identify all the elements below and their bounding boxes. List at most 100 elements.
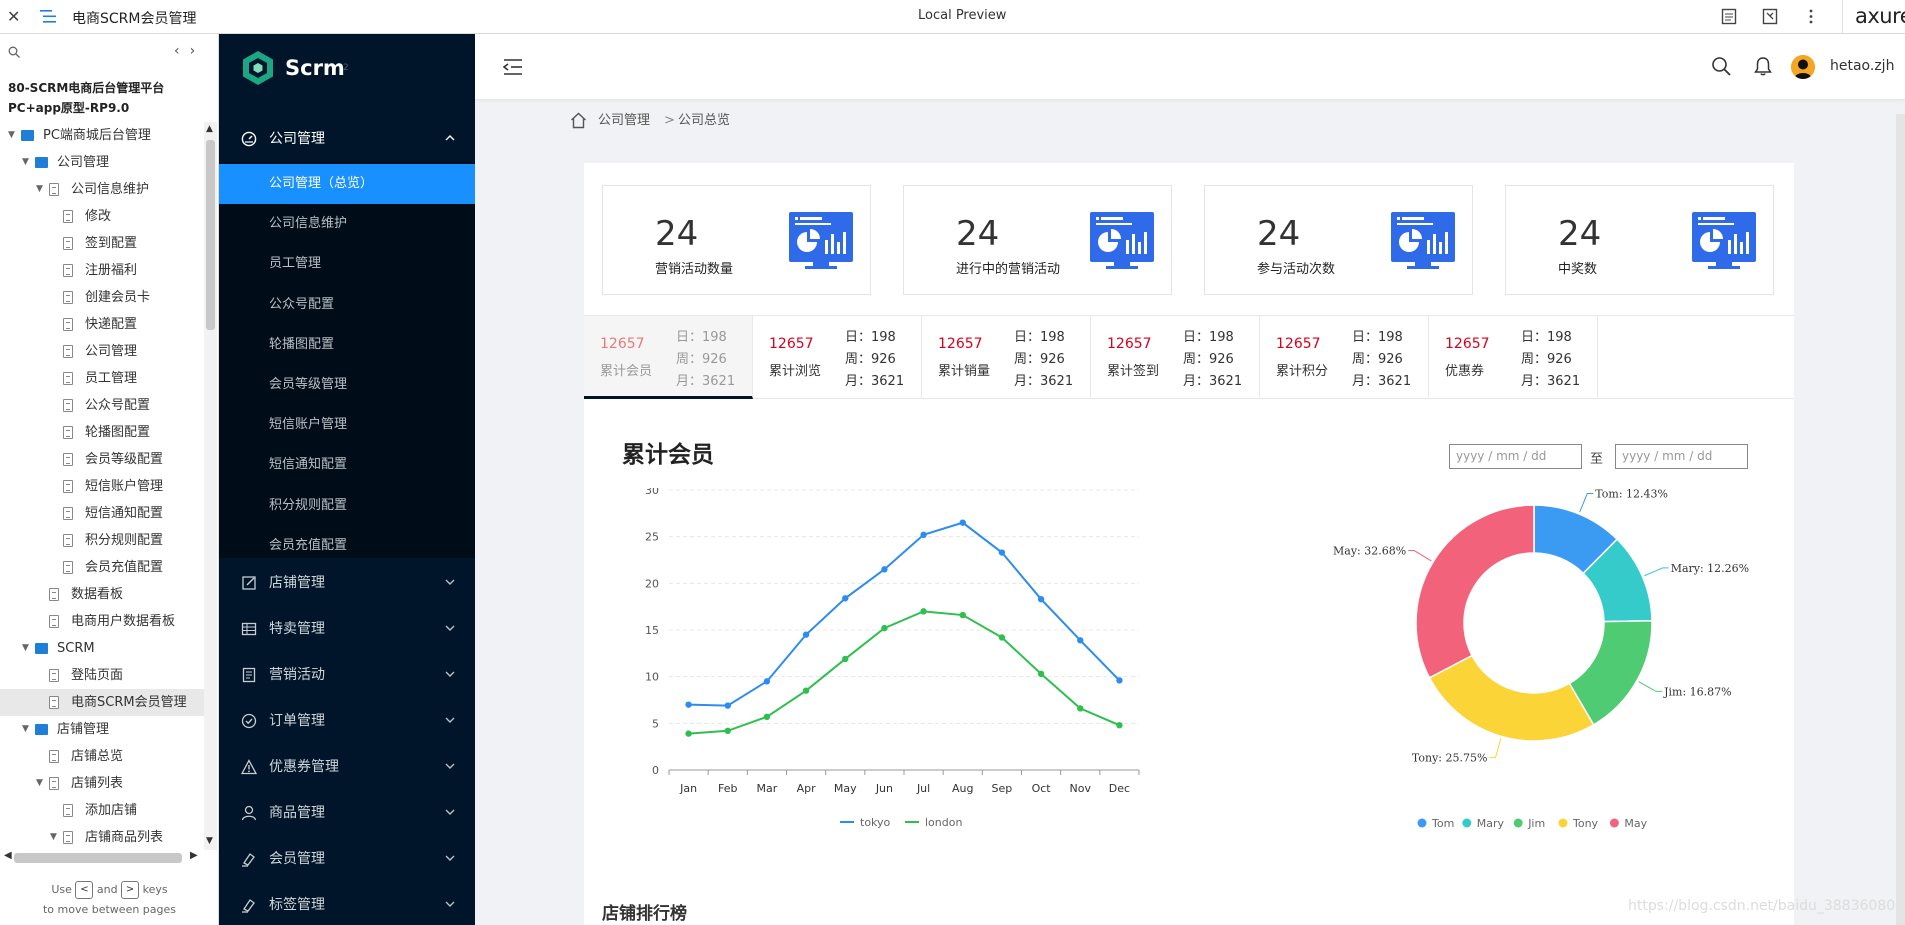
inspect-icon[interactable] <box>1762 8 1778 25</box>
tree-item[interactable]: 会员充值配置 <box>0 554 204 581</box>
data-point[interactable] <box>1037 596 1045 603</box>
tree-item[interactable]: 员工管理 <box>0 365 204 392</box>
metric-tab[interactable]: 12657 累计销量 日：198 周：926 月：3621 <box>922 316 1091 399</box>
tree-item[interactable]: ▼ 店铺商品列表 <box>0 824 204 851</box>
search-icon[interactable] <box>1711 56 1731 76</box>
data-point[interactable] <box>763 713 771 720</box>
vertical-scrollbar[interactable]: ▲ ▼ <box>204 122 217 850</box>
menu-fold-icon[interactable] <box>503 58 523 76</box>
submenu-item[interactable]: 短信账户管理 <box>219 405 475 445</box>
data-point[interactable] <box>998 634 1006 641</box>
submenu-item[interactable]: 积分规则配置 <box>219 486 475 526</box>
scrollbar-thumb[interactable] <box>14 853 182 863</box>
menu-group[interactable]: 营销活动 <box>219 652 475 698</box>
data-point[interactable] <box>1037 670 1045 678</box>
scroll-right-icon[interactable]: ▶ <box>190 850 198 861</box>
data-point[interactable] <box>802 687 810 694</box>
page-nav-arrows[interactable]: ‹› <box>174 43 205 59</box>
tree-item[interactable]: 店铺总览 <box>0 743 204 770</box>
tree-item[interactable]: 添加店铺 <box>0 797 204 824</box>
expand-triangle-icon[interactable]: ▼ <box>36 176 43 203</box>
scroll-down-icon[interactable]: ▼ <box>206 836 213 846</box>
legend-label[interactable]: Mary <box>1477 817 1505 830</box>
data-point[interactable] <box>1116 722 1123 729</box>
end-date-input[interactable]: yyyy / mm / dd <box>1615 444 1748 469</box>
legend-label[interactable]: Tom <box>1431 817 1454 830</box>
menu-company-management[interactable]: 公司管理 <box>219 116 475 162</box>
username[interactable]: hetao.zjh <box>1830 58 1894 74</box>
breadcrumb-item[interactable]: 公司管理 <box>598 111 650 131</box>
menu-group[interactable]: 店铺管理 <box>219 560 475 606</box>
expand-triangle-icon[interactable]: ▼ <box>22 149 29 176</box>
scroll-left-icon[interactable]: ◀ <box>4 850 12 861</box>
data-point[interactable] <box>920 531 927 538</box>
data-point[interactable] <box>881 566 888 573</box>
tree-item[interactable]: ▼ 公司管理 <box>0 149 204 176</box>
tree-item[interactable]: 登陆页面 <box>0 662 204 689</box>
tree-item[interactable]: 签到配置 <box>0 230 204 257</box>
data-point[interactable] <box>1077 637 1084 644</box>
data-point[interactable] <box>724 727 731 734</box>
legend-label[interactable]: Jim <box>1527 817 1545 830</box>
home-icon[interactable] <box>570 112 587 129</box>
menu-group[interactable]: 订单管理 <box>219 698 475 744</box>
data-point[interactable] <box>1116 677 1123 684</box>
menu-group[interactable]: 会员管理 <box>219 836 475 882</box>
data-point[interactable] <box>959 611 966 619</box>
tree-item[interactable]: 注册福利 <box>0 257 204 284</box>
data-point[interactable] <box>842 655 849 663</box>
data-point[interactable] <box>763 678 771 685</box>
notes-icon[interactable] <box>1721 8 1737 25</box>
bell-icon[interactable] <box>1754 56 1772 76</box>
submenu-item[interactable]: 轮播图配置 <box>219 325 475 365</box>
scrollbar-thumb[interactable] <box>206 140 215 330</box>
submenu-item[interactable]: 公司管理（总览） <box>219 164 475 204</box>
expand-triangle-icon[interactable]: ▼ <box>22 635 29 662</box>
data-point[interactable] <box>959 519 966 526</box>
donut-slice-tony[interactable] <box>1428 654 1595 742</box>
data-point[interactable] <box>881 624 888 632</box>
submenu-item[interactable]: 员工管理 <box>219 244 475 284</box>
legend-label[interactable]: tokyo <box>860 816 891 829</box>
metric-tab[interactable]: 12657 累计浏览 日：198 周：926 月：3621 <box>753 316 922 399</box>
menu-group[interactable]: 特卖管理 <box>219 606 475 652</box>
tree-item[interactable]: 积分规则配置 <box>0 527 204 554</box>
tree-item[interactable]: 公司管理 <box>0 338 204 365</box>
data-point[interactable] <box>1077 705 1084 712</box>
tree-item[interactable]: ▼ 店铺列表 <box>0 770 204 797</box>
donut-slice-may[interactable] <box>1415 504 1535 679</box>
submenu-item[interactable]: 公司信息维护 <box>219 204 475 244</box>
tree-item[interactable]: 短信账户管理 <box>0 473 204 500</box>
legend-label[interactable]: Tony <box>1572 817 1599 830</box>
data-point[interactable] <box>724 702 731 709</box>
metric-tab[interactable]: 12657 累计积分 日：198 周：926 月：3621 <box>1260 316 1429 399</box>
metric-tab[interactable]: 12657 优惠券 日：198 周：926 月：3621 <box>1429 316 1598 399</box>
tree-item[interactable]: ▼ 店铺管理 <box>0 716 204 743</box>
start-date-input[interactable]: yyyy / mm / dd <box>1449 444 1582 469</box>
avatar[interactable] <box>1791 55 1815 79</box>
submenu-item[interactable]: 短信通知配置 <box>219 445 475 485</box>
menu-group[interactable]: 标签管理 <box>219 882 475 925</box>
page-scrollbar[interactable] <box>1896 114 1905 925</box>
submenu-item[interactable]: 会员等级管理 <box>219 365 475 405</box>
submenu-item[interactable]: 公众号配置 <box>219 285 475 325</box>
data-point[interactable] <box>685 730 692 737</box>
expand-triangle-icon[interactable]: ▼ <box>8 122 15 149</box>
tree-item[interactable]: 修改 <box>0 203 204 230</box>
tree-item[interactable]: 电商用户数据看板 <box>0 608 204 635</box>
expand-triangle-icon[interactable]: ▼ <box>22 716 29 743</box>
expand-triangle-icon[interactable]: ▼ <box>50 824 57 851</box>
metric-tab[interactable]: 12657 累计签到 日：198 周：926 月：3621 <box>1091 316 1260 399</box>
menu-group[interactable]: 优惠券管理 <box>219 744 475 790</box>
menu-group[interactable]: 商品管理 <box>219 790 475 836</box>
tree-item[interactable]: 轮播图配置 <box>0 419 204 446</box>
horizontal-scrollbar[interactable]: ◀ ▶ <box>0 850 204 864</box>
metric-tab[interactable]: 12657 累计会员 日：198 周：926 月：3621 <box>584 316 753 399</box>
list-icon[interactable] <box>40 9 56 24</box>
data-point[interactable] <box>920 608 927 615</box>
tree-item[interactable]: 数据看板 <box>0 581 204 608</box>
scroll-up-icon[interactable]: ▲ <box>206 124 213 134</box>
tree-item[interactable]: 公众号配置 <box>0 392 204 419</box>
tree-item[interactable]: 会员等级配置 <box>0 446 204 473</box>
tree-item[interactable]: 快递配置 <box>0 311 204 338</box>
